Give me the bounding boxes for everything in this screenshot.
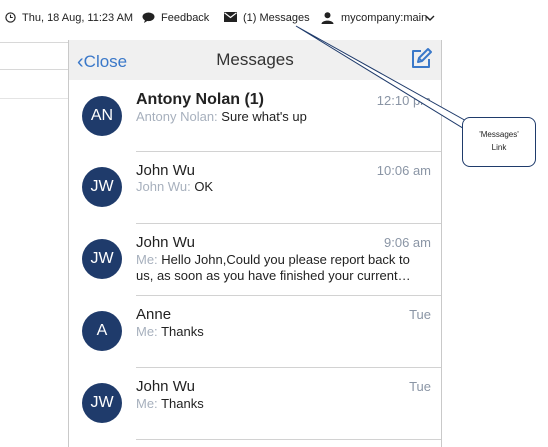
messages-label: (1) Messages <box>243 12 310 24</box>
background-divider <box>0 42 68 43</box>
contact-name: John Wu <box>136 378 195 395</box>
preview-text: Sure what's up <box>221 109 307 124</box>
contact-name: Anne <box>136 306 172 323</box>
messages-panel: ‹Close Messages AN Antony Nolan (1) 12:1… <box>68 40 442 447</box>
conversation-item[interactable]: A Anne Tue Me: Thanks <box>69 296 441 368</box>
envelope-icon <box>224 12 237 22</box>
top-bar: Thu, 18 Aug, 11:23 AM Feedback (1) Messa… <box>0 0 548 40</box>
preview-sender: Me: <box>136 252 158 267</box>
avatar: AN <box>82 96 122 136</box>
preview-sender: John Wu: <box>136 179 191 194</box>
conversation-item[interactable]: JW John Wu Tue Me: Thanks <box>69 368 441 440</box>
message-preview: Me: Thanks <box>136 324 421 340</box>
preview-text: Thanks <box>161 396 204 411</box>
background-divider <box>0 98 68 99</box>
message-preview: Me: Hello John,Could you please report b… <box>136 252 421 284</box>
panel-title: Messages <box>216 50 294 69</box>
contact-name: Antony Nolan (1) <box>136 91 264 108</box>
callout-line-1: 'Messages' <box>479 130 519 139</box>
message-preview: Antony Nolan: Sure what's up <box>136 109 421 125</box>
message-time: 9:06 am <box>384 235 431 250</box>
message-preview: Me: Thanks <box>136 396 421 412</box>
conversation-item[interactable]: AN Antony Nolan (1) 12:10 pm Antony Nola… <box>69 80 441 152</box>
list-divider <box>136 439 441 440</box>
contact-name: John Wu <box>136 234 195 251</box>
preview-sender: Antony Nolan: <box>136 109 218 124</box>
message-time: 12:10 pm <box>376 93 431 108</box>
contact-name: John Wu <box>136 162 195 179</box>
user-icon <box>321 12 334 24</box>
message-time: 10:06 am <box>376 163 431 178</box>
datetime-text: Thu, 18 Aug, 11:23 AM <box>22 12 134 24</box>
avatar: JW <box>82 167 122 207</box>
panel-header: ‹Close Messages <box>69 40 441 80</box>
background-divider <box>0 69 68 70</box>
preview-sender: Me: <box>136 324 158 339</box>
speech-bubble-icon <box>142 12 155 23</box>
message-preview: John Wu: OK <box>136 179 421 195</box>
preview-text: Hello John,Could you please report back … <box>136 252 411 283</box>
avatar: JW <box>82 239 122 279</box>
message-time: Tue <box>409 307 431 322</box>
account-label: mycompany:main <box>341 12 428 24</box>
conversation-item[interactable]: JW John Wu 9:06 am Me: Hello John,Could … <box>69 224 441 296</box>
messages-link-callout: 'Messages' Link <box>462 117 536 167</box>
clock-icon <box>5 12 16 23</box>
feedback-label: Feedback <box>161 12 210 24</box>
preview-text: Thanks <box>161 324 204 339</box>
conversation-item[interactable]: JW John Wu 10:06 am John Wu: OK <box>69 152 441 224</box>
callout-line-2: Link <box>491 143 507 152</box>
preview-sender: Me: <box>136 396 158 411</box>
chevron-down-icon[interactable] <box>425 15 435 22</box>
avatar: A <box>82 311 122 351</box>
message-time: Tue <box>409 379 431 394</box>
preview-text: OK <box>194 179 214 194</box>
compose-icon[interactable] <box>409 47 433 71</box>
avatar: JW <box>82 383 122 423</box>
